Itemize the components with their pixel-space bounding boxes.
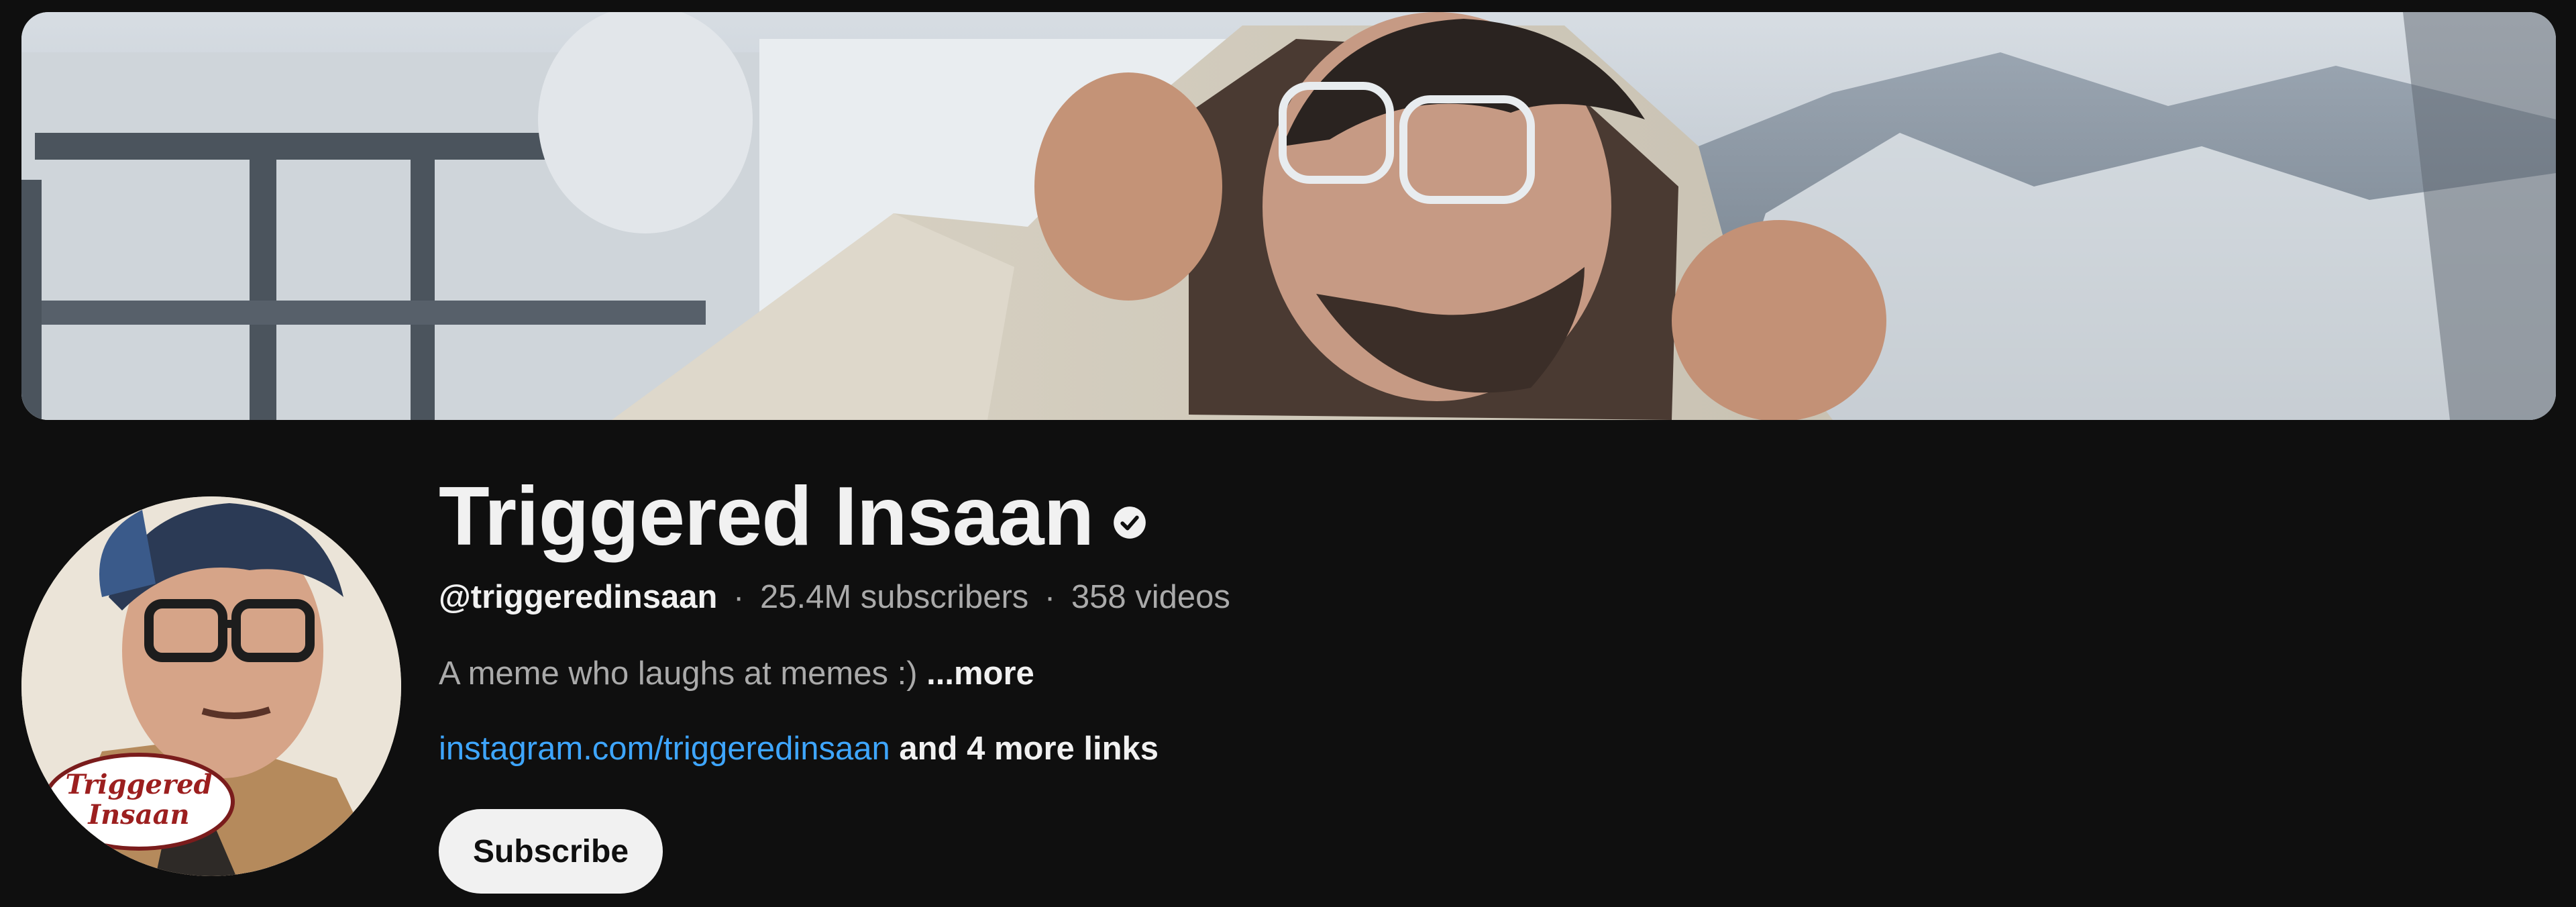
avatar-logo-text-1: Triggered bbox=[65, 769, 212, 800]
channel-description[interactable]: A meme who laughs at memes :) ...more bbox=[439, 652, 2183, 695]
channel-links: instagram.com/triggeredinsaan and 4 more… bbox=[439, 727, 2183, 770]
channel-name: Triggered Insaan bbox=[439, 470, 1094, 563]
avatar-logo-text-2: Insaan bbox=[87, 799, 189, 831]
description-text: A meme who laughs at memes :) bbox=[439, 655, 918, 692]
more-links-link[interactable]: and 4 more links bbox=[899, 731, 1159, 767]
channel-avatar[interactable]: Triggered Insaan bbox=[21, 496, 401, 876]
subscribe-button[interactable]: Subscribe bbox=[439, 809, 663, 894]
meta-separator: · bbox=[733, 579, 745, 615]
description-more-link[interactable]: ...more bbox=[926, 655, 1034, 692]
meta-separator: · bbox=[1044, 579, 1056, 615]
verified-check-icon bbox=[1114, 506, 1146, 539]
channel-meta: @triggeredinsaan · 25.4M subscribers · 3… bbox=[439, 576, 2183, 619]
subscriber-count: 25.4M subscribers bbox=[759, 579, 1029, 615]
instagram-link[interactable]: instagram.com/triggeredinsaan bbox=[439, 731, 890, 767]
banner-image bbox=[21, 12, 2556, 420]
title-row: Triggered Insaan bbox=[439, 470, 2183, 564]
video-count: 358 videos bbox=[1071, 579, 1230, 615]
channel-info: Triggered Insaan @triggeredinsaan · 25.4… bbox=[439, 470, 2183, 770]
channel-handle: @triggeredinsaan bbox=[439, 579, 718, 615]
avatar-image: Triggered Insaan bbox=[21, 496, 401, 876]
channel-banner bbox=[21, 12, 2556, 420]
